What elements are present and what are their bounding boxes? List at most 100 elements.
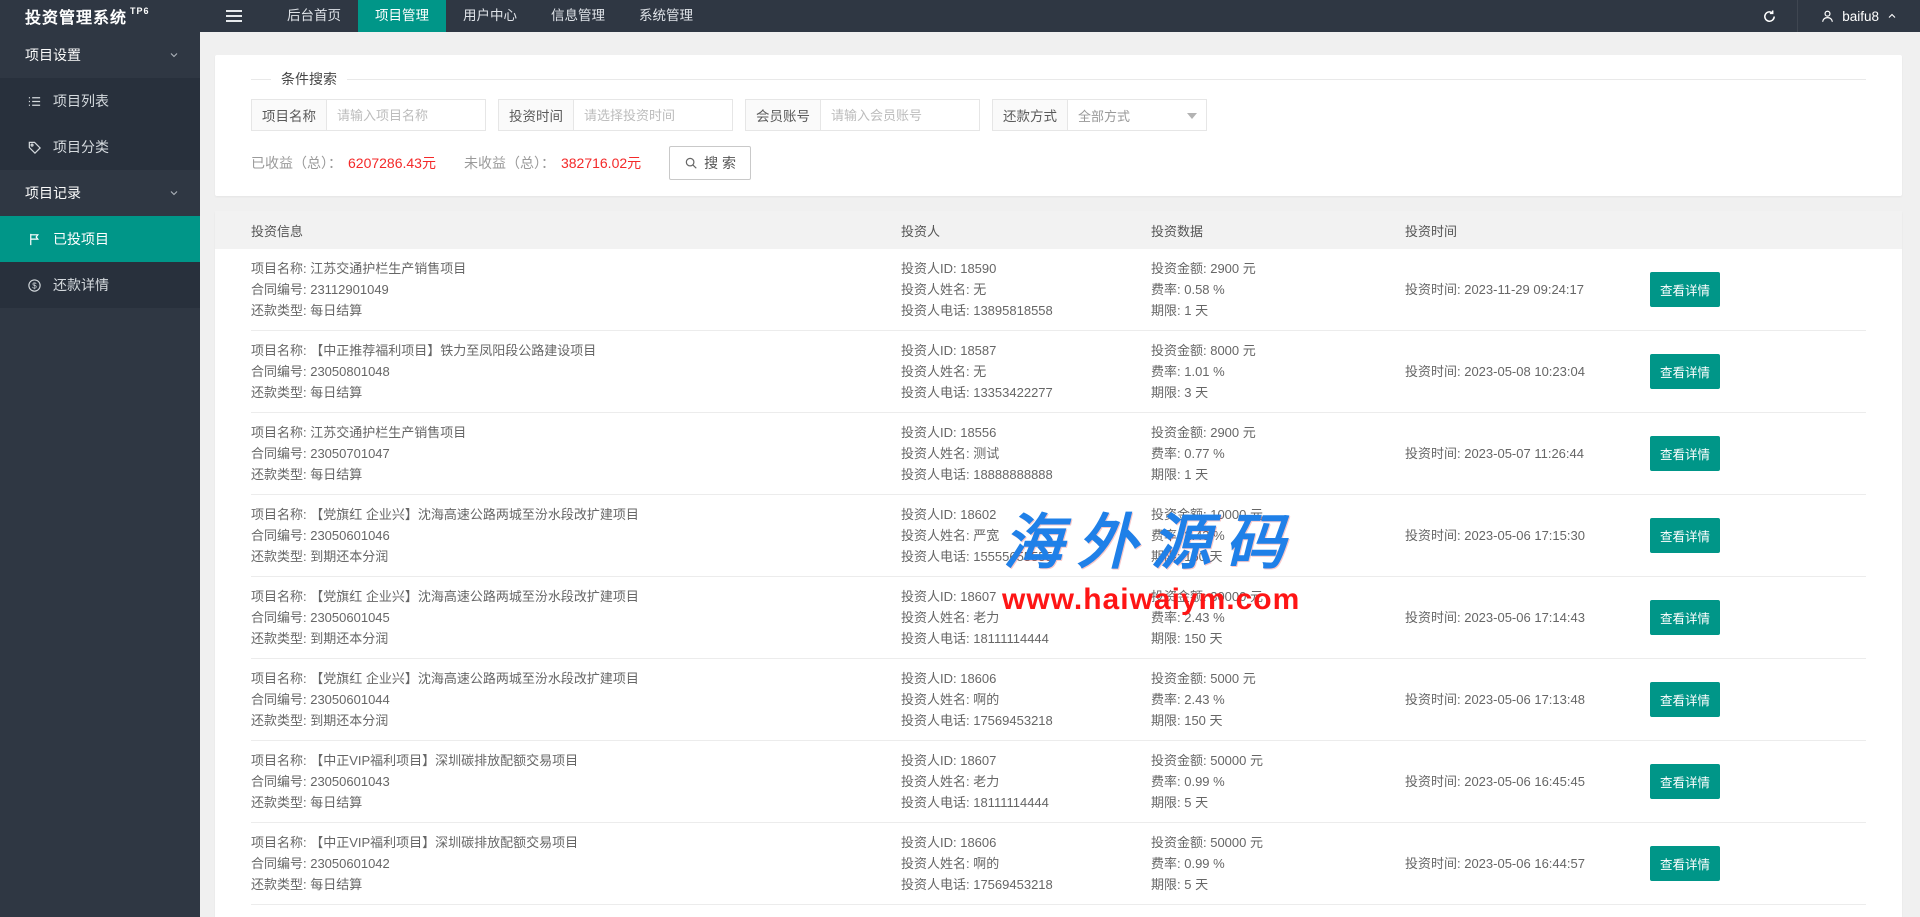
investor-phone-text: 投资人电话: 13895818558 [901, 300, 1151, 321]
project-name-text: 项目名称: 江苏交通护栏生产销售项目 [251, 258, 901, 279]
chevron-down-icon [168, 49, 180, 61]
col-invest-info: 投资信息 [251, 221, 901, 240]
invest-time-text: 投资时间: 2023-05-06 17:13:48 [1405, 689, 1650, 710]
invest-amount-text: 投资金额: 2900 元 [1151, 422, 1405, 443]
tab-system-management[interactable]: 系统管理 [622, 0, 710, 32]
invest-amount-text: 投资金额: 2900 元 [1151, 258, 1405, 279]
member-account-input[interactable] [820, 99, 980, 131]
investor-cell: 投资人ID: 18606 投资人姓名: 啊的 投资人电话: 1756945321… [901, 668, 1151, 731]
invest-info-cell: 项目名称: 江苏交通护栏生产销售项目 合同编号: 23050701047 还款类… [251, 422, 901, 485]
project-name-input[interactable] [326, 99, 486, 131]
sidebar-group-label: 项目记录 [25, 183, 81, 203]
action-cell: 查看详情 [1650, 764, 1866, 799]
action-cell: 查看详情 [1650, 682, 1866, 717]
investor-cell: 投资人ID: 18556 投资人姓名: 测试 投资人电话: 1888888888… [901, 422, 1151, 485]
rate-text: 费率: 1.01 % [1151, 361, 1405, 382]
select-value: 全部方式 [1078, 106, 1130, 125]
view-detail-button[interactable]: 查看详情 [1650, 272, 1720, 307]
field-repay-method: 还款方式 全部方式 [992, 99, 1207, 131]
project-name-text: 项目名称: 江苏交通护栏生产销售项目 [251, 422, 901, 443]
table-row: 项目名称: 江苏交通护栏生产销售项目 合同编号: 23050701047 还款类… [251, 413, 1866, 495]
rate-text: 费率: 0.58 % [1151, 279, 1405, 300]
rate-text: 费率: 0.77 % [1151, 443, 1405, 464]
sidebar-item-invested-projects[interactable]: 已投项目 [0, 216, 200, 262]
dollar-circle-icon: $ [27, 278, 42, 293]
search-fieldset: 条件搜索 [251, 69, 1866, 89]
repay-type-text: 还款类型: 到期还本分润 [251, 710, 901, 731]
investor-name-text: 投资人姓名: 无 [901, 279, 1151, 300]
sidebar-item-repayment-details[interactable]: $ 还款详情 [0, 262, 200, 308]
invest-data-cell: 投资金额: 2900 元 费率: 0.58 % 期限: 1 天 [1151, 258, 1405, 321]
repay-type-text: 还款类型: 每日结算 [251, 464, 901, 485]
view-detail-button[interactable]: 查看详情 [1650, 436, 1720, 471]
project-name-text: 项目名称: 【党旗红 企业兴】沈海高速公路两城至汾水段改扩建项目 [251, 668, 901, 689]
contract-no-text: 合同编号: 23050701047 [251, 443, 901, 464]
invest-amount-text: 投资金额: 30000 元 [1151, 586, 1405, 607]
repay-type-text: 还款类型: 每日结算 [251, 300, 901, 321]
menu-toggle-icon[interactable] [212, 0, 256, 32]
search-button[interactable]: 搜 索 [669, 146, 751, 180]
project-name-text: 项目名称: 【党旗红 企业兴】沈海高速公路两城至汾水段改扩建项目 [251, 586, 901, 607]
tab-project-management[interactable]: 项目管理 [358, 0, 446, 32]
view-detail-button[interactable]: 查看详情 [1650, 354, 1720, 389]
tab-info-management[interactable]: 信息管理 [534, 0, 622, 32]
field-member-account: 会员账号 [745, 99, 980, 131]
contract-no-text: 合同编号: 23112901049 [251, 279, 901, 300]
investor-name-text: 投资人姓名: 啊的 [901, 853, 1151, 874]
invest-time-text: 投资时间: 2023-05-06 17:15:30 [1405, 525, 1650, 546]
invest-info-cell: 项目名称: 【中正VIP福利项目】深圳碳排放配额交易项目 合同编号: 23050… [251, 832, 901, 895]
search-icon [684, 156, 698, 170]
table-row: 项目名称: 【中正VIP福利项目】深圳碳排放配额交易项目 合同编号: 23050… [251, 741, 1866, 823]
investor-cell: 投资人ID: 18607 投资人姓名: 老力 投资人电话: 1811111444… [901, 586, 1151, 649]
repay-method-select[interactable]: 全部方式 [1067, 99, 1207, 131]
investor-phone-text: 投资人电话: 18111114444 [901, 792, 1151, 813]
invest-time-text: 投资时间: 2023-05-06 17:14:43 [1405, 607, 1650, 628]
investor-name-text: 投资人姓名: 啊的 [901, 689, 1151, 710]
investor-name-text: 投资人姓名: 测试 [901, 443, 1151, 464]
search-fields: 项目名称 投资时间 会员账号 还款方式 全部方式 [251, 99, 1866, 131]
view-detail-button[interactable]: 查看详情 [1650, 846, 1720, 881]
sidebar-item-project-category[interactable]: 项目分类 [0, 124, 200, 170]
sidebar-group-project-settings[interactable]: 项目设置 [0, 32, 200, 78]
action-cell: 查看详情 [1650, 518, 1866, 553]
view-detail-button[interactable]: 查看详情 [1650, 600, 1720, 635]
contract-no-text: 合同编号: 23050601045 [251, 607, 901, 628]
investor-phone-text: 投资人电话: 17569453218 [901, 710, 1151, 731]
sidebar-item-label: 已投项目 [53, 229, 109, 249]
tab-dashboard[interactable]: 后台首页 [270, 0, 358, 32]
investor-id-text: 投资人ID: 18606 [901, 832, 1151, 853]
investor-phone-text: 投资人电话: 13353422277 [901, 382, 1151, 403]
investor-phone-text: 投资人电话: 17569453218 [901, 874, 1151, 895]
investor-cell: 投资人ID: 18587 投资人姓名: 无 投资人电话: 13353422277 [901, 340, 1151, 403]
term-text: 期限: 5 天 [1151, 792, 1405, 813]
table-header: 投资信息 投资人 投资数据 投资时间 [215, 211, 1902, 249]
invest-time-input[interactable] [573, 99, 733, 131]
investor-name-text: 投资人姓名: 老力 [901, 607, 1151, 628]
contract-no-text: 合同编号: 23050601046 [251, 525, 901, 546]
top-nav-tabs: 后台首页 项目管理 用户中心 信息管理 系统管理 [270, 0, 710, 32]
investor-cell: 投资人ID: 18607 投资人姓名: 老力 投资人电话: 1811111444… [901, 750, 1151, 813]
app-logo: 投资管理系统 TP6 [0, 0, 200, 32]
user-menu[interactable]: baifu8 [1798, 0, 1920, 32]
table-row: 项目名称: 【中正VIP福利项目】深圳碳排放配额交易项目 合同编号: 23050… [251, 905, 1866, 917]
svg-text:$: $ [32, 281, 37, 290]
list-icon [27, 94, 42, 109]
invest-amount-text: 投资金额: 5000 元 [1151, 668, 1405, 689]
total-unreceived-stat: 未收益（总）： 382716.02元 [464, 153, 641, 173]
view-detail-button[interactable]: 查看详情 [1650, 518, 1720, 553]
sidebar-item-project-list[interactable]: 项目列表 [0, 78, 200, 124]
repay-type-text: 还款类型: 到期还本分润 [251, 628, 901, 649]
action-cell: 查看详情 [1650, 272, 1866, 307]
repay-type-text: 还款类型: 每日结算 [251, 874, 901, 895]
rate-text: 费率: 2.43 % [1151, 689, 1405, 710]
view-detail-button[interactable]: 查看详情 [1650, 764, 1720, 799]
invest-data-cell: 投资金额: 30000 元 费率: 2.43 % 期限: 150 天 [1151, 586, 1405, 649]
view-detail-button[interactable]: 查看详情 [1650, 682, 1720, 717]
invest-time-text: 投资时间: 2023-05-06 16:44:57 [1405, 853, 1650, 874]
invest-time-text: 投资时间: 2023-11-29 09:24:17 [1405, 279, 1650, 300]
table-row: 项目名称: 【党旗红 企业兴】沈海高速公路两城至汾水段改扩建项目 合同编号: 2… [251, 577, 1866, 659]
tab-user-center[interactable]: 用户中心 [446, 0, 534, 32]
sidebar-group-project-records[interactable]: 项目记录 [0, 170, 200, 216]
table-body: 项目名称: 江苏交通护栏生产销售项目 合同编号: 23112901049 还款类… [215, 249, 1902, 917]
refresh-button[interactable] [1742, 0, 1798, 32]
